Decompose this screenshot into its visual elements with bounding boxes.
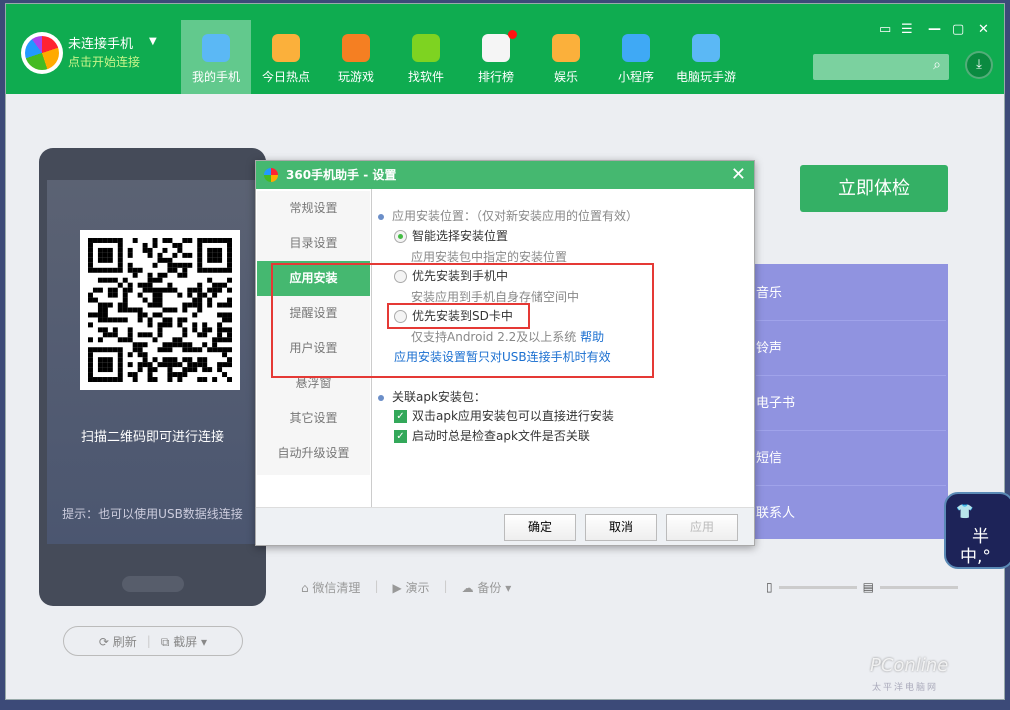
- nav-icon: [622, 34, 650, 62]
- cancel-button[interactable]: 取消: [585, 514, 657, 541]
- app-logo-icon: [264, 168, 278, 182]
- search-icon[interactable]: ⌕: [933, 57, 941, 73]
- screenshot-button[interactable]: ⧉ 截屏 ▾: [161, 633, 207, 650]
- home-button: [122, 576, 184, 592]
- bullet-icon: [378, 394, 384, 401]
- phone-mockup: 扫描二维码即可进行连接 提示：也可以使用USB数据线连接: [39, 148, 266, 606]
- sd-storage-icon: ▤: [862, 580, 874, 594]
- nav-item[interactable]: 排行榜: [461, 20, 531, 94]
- account-title[interactable]: 未连接手机: [68, 33, 133, 52]
- nav-label: 找软件: [407, 70, 444, 84]
- watermark-logo: PConline: [870, 655, 949, 676]
- account-dropdown-icon[interactable]: ▼: [149, 36, 157, 47]
- nav-label: 我的手机: [191, 70, 240, 84]
- checkbox-double-click[interactable]: ✓ 双击apk应用安装包可以直接进行安装: [394, 407, 614, 424]
- radio-icon[interactable]: [394, 230, 407, 243]
- app-logo[interactable]: [21, 32, 63, 74]
- settings-tab[interactable]: 自动升级设置: [257, 436, 370, 471]
- watermark-sub: 太平洋电脑网: [872, 683, 939, 693]
- phone-storage-bar: [778, 585, 857, 589]
- nav-icon: [692, 34, 720, 62]
- toolbar: ⌂ 微信清理 | ▶ 演示 | ☁ 备份 ▾: [301, 579, 512, 596]
- nav-label: 电脑玩手游: [675, 70, 736, 84]
- dialog-titlebar: 360手机助手 - 设置 ✕: [256, 161, 754, 189]
- maximize-button[interactable]: ▢: [952, 22, 964, 37]
- download-button[interactable]: ⤓: [965, 51, 993, 79]
- settings-tab[interactable]: 常规设置: [257, 191, 370, 226]
- nav-item[interactable]: 小程序: [601, 20, 671, 94]
- check-now-button[interactable]: 立即体检: [800, 165, 948, 212]
- nav-label: 排行榜: [477, 70, 514, 84]
- close-button[interactable]: ✕: [978, 22, 989, 37]
- notification-dot: [508, 30, 517, 39]
- search-input[interactable]: ⌕: [813, 54, 949, 80]
- settings-tab[interactable]: 其它设置: [257, 401, 370, 436]
- nav-bar: 我的手机 今日热点 玩游戏 找软件 排行榜 娱乐 小程序 电脑玩手游: [181, 20, 741, 94]
- highlight-box-sd: [387, 303, 530, 329]
- apply-button[interactable]: 应用: [666, 514, 738, 541]
- nav-icon: [342, 34, 370, 62]
- radio-smart[interactable]: 智能选择安装位置: [394, 227, 508, 244]
- sd-storage-bar: [879, 585, 958, 589]
- connect-link[interactable]: 点击开始连接: [68, 53, 140, 70]
- nav-label: 娱乐: [553, 70, 578, 84]
- nav-icon: [412, 34, 440, 62]
- ok-button[interactable]: 确定: [504, 514, 576, 541]
- row-music[interactable]: 音乐: [756, 266, 946, 321]
- phone-screen: 扫描二维码即可进行连接 提示：也可以使用USB数据线连接: [47, 180, 258, 544]
- qr-code: [80, 230, 240, 390]
- refresh-button[interactable]: ⟳ 刷新: [99, 633, 137, 650]
- menu-icon[interactable]: ☰: [901, 22, 913, 37]
- checkbox-icon[interactable]: ✓: [394, 430, 407, 443]
- nav-label: 今日热点: [261, 70, 310, 84]
- apk-heading: 关联apk安装包：: [392, 390, 486, 404]
- checkbox-icon[interactable]: ✓: [394, 410, 407, 423]
- checkbox-check-assoc[interactable]: ✓ 启动时总是检查apk文件是否关联: [394, 427, 590, 444]
- dialog-close-button[interactable]: ✕: [731, 161, 746, 189]
- dialog-title: 360手机助手 - 设置: [286, 168, 397, 182]
- nav-item[interactable]: 我的手机: [181, 20, 251, 94]
- phone-controls: ⟳ 刷新 | ⧉ 截屏 ▾: [63, 626, 243, 656]
- backup-button[interactable]: ☁ 备份 ▾: [462, 579, 512, 596]
- nav-item[interactable]: 玩游戏: [321, 20, 391, 94]
- ime-widget[interactable]: 👕 半 中,°: [944, 492, 1010, 569]
- storage-bars: ▯ ▤: [766, 580, 958, 594]
- dialog-footer: 确定 取消 应用: [256, 507, 754, 545]
- checkbox-label: 双击apk应用安装包可以直接进行安装: [412, 409, 614, 423]
- row-sms[interactable]: 短信: [756, 431, 946, 486]
- nav-label: 小程序: [617, 70, 654, 84]
- usb-tip: 提示：也可以使用USB数据线连接: [62, 507, 243, 521]
- header: 未连接手机 ▼ 点击开始连接 我的手机 今日热点 玩游戏 找软件 排行榜 娱乐 小程序 电脑玩…: [6, 4, 1004, 94]
- minimize-button[interactable]: —: [928, 22, 941, 37]
- nav-icon: [482, 34, 510, 62]
- settings-tab[interactable]: 目录设置: [257, 226, 370, 261]
- nav-item[interactable]: 电脑玩手游: [671, 20, 741, 94]
- nav-icon: [552, 34, 580, 62]
- radio-label: 智能选择安装位置: [412, 229, 509, 243]
- feedback-icon[interactable]: ▭: [879, 22, 891, 37]
- row-ebook[interactable]: 电子书: [756, 376, 946, 431]
- bullet-icon: [378, 213, 384, 220]
- phone-storage-icon: ▯: [766, 580, 773, 594]
- demo-button[interactable]: ▶ 演示: [392, 579, 429, 596]
- nav-label: 玩游戏: [337, 70, 374, 84]
- skin-icon: 👕: [956, 504, 974, 520]
- scan-text: 扫描二维码即可进行连接: [80, 430, 224, 445]
- nav-icon: [272, 34, 300, 62]
- row-ringtone[interactable]: 铃声: [756, 321, 946, 376]
- nav-item[interactable]: 娱乐: [531, 20, 601, 94]
- ime-mode[interactable]: 中,°: [960, 542, 991, 567]
- nav-item[interactable]: 找软件: [391, 20, 461, 94]
- install-location-heading: 应用安装位置：（仅对新安装应用的位置有效）: [392, 209, 639, 223]
- checkbox-label: 启动时总是检查apk文件是否关联: [412, 429, 590, 443]
- nav-item[interactable]: 今日热点: [251, 20, 321, 94]
- nav-icon: [202, 34, 230, 62]
- row-contacts[interactable]: 联系人: [756, 486, 946, 541]
- wechat-clean-button[interactable]: ⌂ 微信清理: [301, 579, 360, 596]
